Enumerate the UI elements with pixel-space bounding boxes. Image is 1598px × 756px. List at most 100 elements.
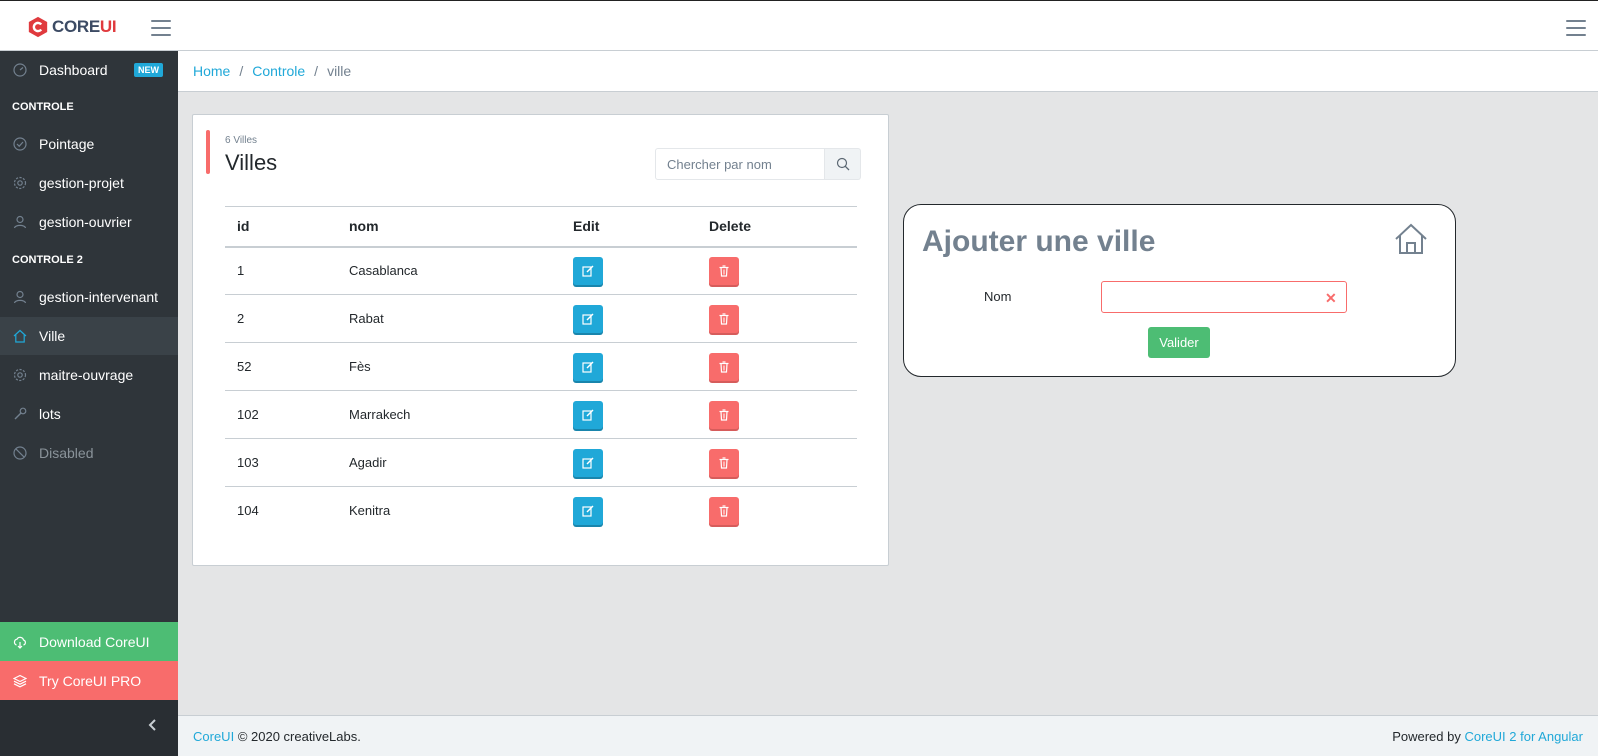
edit-button[interactable] [573,448,603,477]
sidebar-item-label: Dashboard [39,62,108,78]
cell-edit [561,487,697,535]
user-icon [13,290,27,304]
delete-button[interactable] [709,496,739,525]
breadcrumb-separator: / [314,63,319,79]
breadcrumb-controle-link[interactable]: Controle [252,63,305,79]
app-footer: CoreUI © 2020 creativeLabs. Powered by C… [178,715,1598,756]
edit-button[interactable] [573,352,603,381]
clear-icon[interactable]: ✕ [1325,290,1337,307]
ban-icon [13,446,27,460]
column-header-id: id [225,206,337,248]
column-header-nom: nom [337,206,561,248]
trash-icon [719,505,729,517]
brand-logo-link[interactable]: COREUI [27,15,117,39]
sidebar-item-disabled: Disabled [0,434,178,472]
wrench-icon [13,407,27,421]
cell-edit [561,390,697,439]
breadcrumb-separator: / [239,63,244,79]
cloud-download-icon [13,635,27,649]
cell-id: 102 [225,390,337,439]
footer-coreui-link[interactable]: CoreUI [193,729,234,744]
brand-text: COREUI [52,17,117,36]
cell-id: 2 [225,294,337,343]
cell-delete [697,294,857,343]
delete-button[interactable] [709,400,739,429]
sidebar-item-gestion-intervenant[interactable]: gestion-intervenant [0,278,178,316]
settings-icon [13,176,27,190]
breadcrumb-home-link[interactable]: Home [193,63,230,79]
sidebar-item-gestion-projet[interactable]: gestion-projet [0,164,178,202]
table-row: 104 Kenitra [225,487,857,535]
search-input[interactable] [655,148,825,180]
valider-button[interactable]: Valider [1148,327,1210,358]
table-header-row: id nom Edit Delete [225,206,857,248]
sidebar-toggler-button[interactable] [151,20,171,36]
download-coreui-label: Download CoreUI [39,633,150,650]
home-icon [13,329,27,343]
cell-edit [561,294,697,343]
edit-button[interactable] [573,496,603,525]
cell-delete [697,438,857,487]
cell-id: 103 [225,438,337,487]
sidebar-item-dashboard[interactable]: Dashboard NEW [0,51,178,89]
sidebar-item-pointage[interactable]: Pointage [0,125,178,163]
edit-button[interactable] [573,400,603,429]
sidebar-item-lots[interactable]: lots [0,395,178,433]
footer-powered-link[interactable]: CoreUI 2 for Angular [1464,729,1583,744]
aside-toggler-button[interactable] [1566,20,1586,36]
ajouter-ville-title: Ajouter une ville [922,225,1156,258]
sidebar-item-label: Ville [39,328,66,344]
villes-table: id nom Edit Delete 1 Casablanca 2 Rabat 52 Fè… [225,206,857,535]
sidebar-item-gestion-ouvrier[interactable]: gestion-ouvrier [0,203,178,241]
edit-button[interactable] [573,304,603,333]
settings-icon [13,368,27,382]
cell-delete [697,342,857,391]
edit-icon [582,265,594,277]
sidebar: Dashboard NEW CONTROLE Pointage gestion-… [0,51,178,756]
trash-icon [719,265,729,277]
table-row: 2 Rabat [225,294,857,343]
nom-label: Nom [984,289,1012,304]
sidebar-item-maitre-ouvrage[interactable]: maitre-ouvrage [0,356,178,394]
edit-button[interactable] [573,256,603,285]
hamburger-icon [1566,20,1586,22]
footer-left: CoreUI © 2020 creativeLabs. [193,729,361,744]
sidebar-item-label: Disabled [39,445,94,461]
breadcrumb: Home / Controle / ville [178,51,1598,92]
cell-edit [561,342,697,391]
search-button[interactable] [825,148,861,180]
chevron-left-icon [148,719,156,731]
edit-icon [582,313,594,325]
column-header-edit: Edit [561,206,697,248]
user-icon [13,215,27,229]
table-row: 1 Casablanca [225,246,857,295]
nom-input[interactable] [1101,281,1347,313]
delete-button[interactable] [709,256,739,285]
callout-accent [206,130,210,174]
try-coreui-pro-button[interactable]: Try CoreUI PRO [0,661,178,700]
delete-button[interactable] [709,448,739,477]
cell-id: 52 [225,342,337,391]
delete-button[interactable] [709,304,739,333]
cell-nom: Rabat [337,294,561,343]
cell-nom: Agadir [337,438,561,487]
villes-title: Villes [225,150,278,175]
app-header: COREUI [0,0,1598,51]
cell-nom: Casablanca [337,246,561,295]
sidebar-section-title: CONTROLE 2 [12,254,83,266]
edit-icon [582,505,594,517]
table-row: 103 Agadir [225,438,857,487]
sidebar-item-label: gestion-intervenant [39,289,159,305]
download-coreui-button[interactable]: Download CoreUI [0,622,178,661]
sidebar-item-label: Pointage [39,136,95,152]
delete-button[interactable] [709,352,739,381]
ajouter-ville-card: Ajouter une ville Nom ✕ Valider [903,204,1456,377]
sidebar-item-ville[interactable]: Ville [0,317,178,355]
sidebar-minimizer-button[interactable] [0,700,178,756]
footer-copyright: © 2020 creativeLabs. [237,728,361,744]
edit-icon [582,409,594,421]
sidebar-item-label: gestion-projet [39,175,124,191]
cell-edit [561,438,697,487]
cell-nom: Kenitra [349,503,391,519]
trash-icon [719,408,729,421]
